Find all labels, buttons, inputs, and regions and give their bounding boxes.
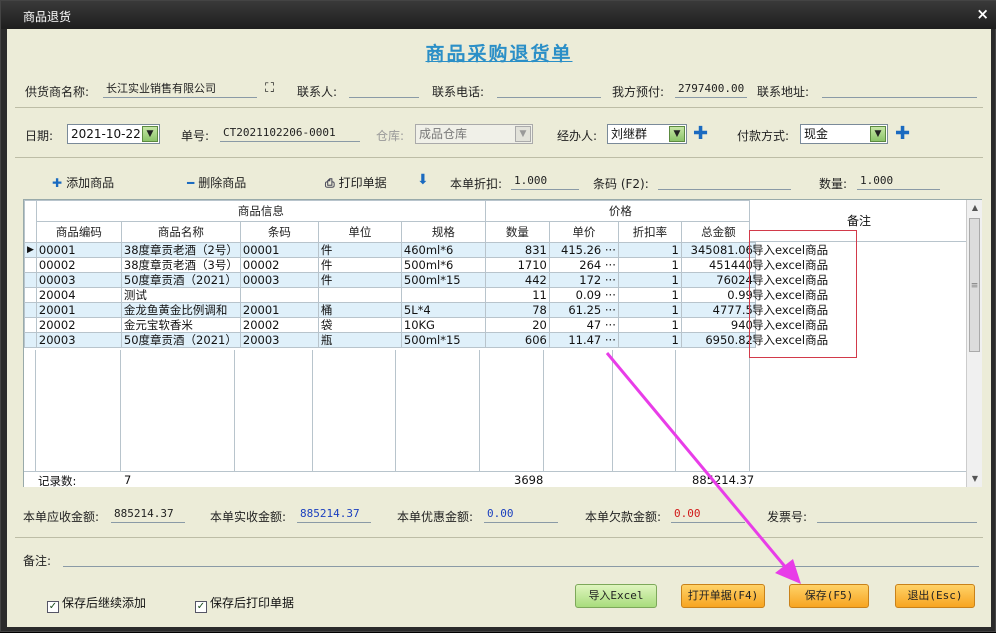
purchase-return-window: 商品退货 × 商品采购退货单 供货商名称: 长江实业销售有限公司 ⛶ 联系人: … <box>0 0 996 632</box>
annotation-arrow <box>605 352 801 584</box>
